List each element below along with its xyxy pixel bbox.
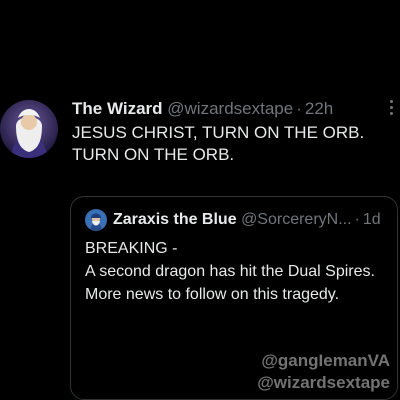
separator-dot: · [296, 99, 302, 118]
tweet-text: JESUS CHRIST, TURN ON THE ORB. TURN ON T… [72, 123, 365, 164]
quoted-line: More news to follow on this tragedy. [85, 286, 340, 303]
quoted-tweet-text: BREAKING - A second dragon has hit the D… [85, 237, 390, 306]
watermark-line: @gangIemanVA [261, 351, 390, 370]
quoted-author-name[interactable]: Zaraxis the Blue [113, 211, 237, 228]
separator-dot: · [354, 211, 360, 228]
tweet-time[interactable]: 22h [305, 99, 333, 118]
quoted-tweet-time[interactable]: 1d [363, 211, 381, 228]
tweet: The Wizard @wizardsextape · 22h JESUS CHRI… [0, 92, 400, 400]
more-options-icon[interactable] [388, 100, 396, 120]
author-name[interactable]: The Wizard [72, 99, 163, 118]
blue-wizard-avatar [85, 209, 107, 231]
quoted-line: A second dragon has hit the Dual Spires. [85, 263, 375, 280]
quoted-line: BREAKING - [85, 240, 178, 257]
wizard-avatar[interactable] [0, 100, 58, 158]
watermark: @gangIemanVA @wizardsextape [130, 350, 390, 394]
tweet-header: The Wizard @wizardsextape · 22h [72, 98, 392, 120]
author-handle[interactable]: @wizardsextape [167, 99, 293, 118]
watermark-line: @wizardsextape [257, 373, 390, 392]
quoted-author-handle[interactable]: @SorcereryN... [241, 211, 351, 228]
quoted-tweet-header: Zaraxis the Blue @SorcereryN... · 1d [113, 209, 393, 231]
